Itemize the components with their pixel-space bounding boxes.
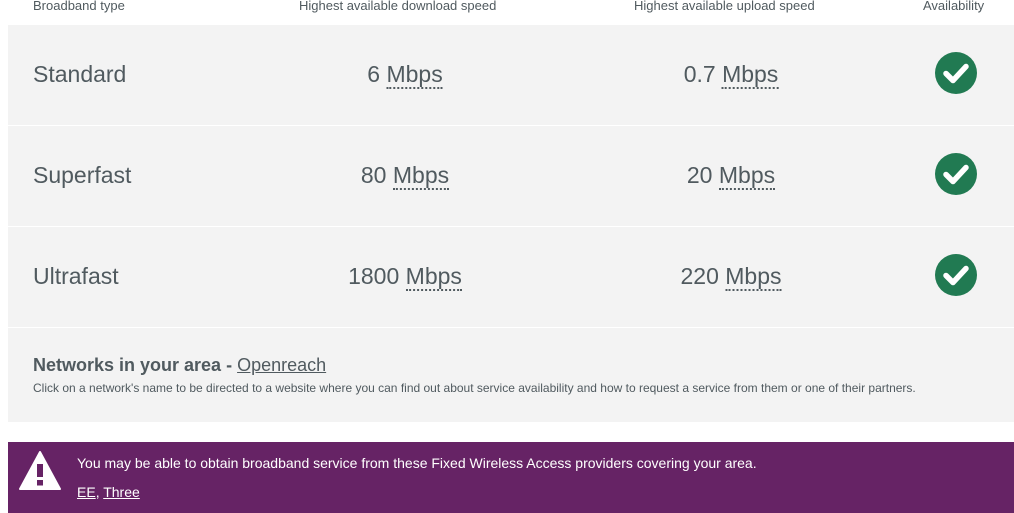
broadband-availability: Broadband type Highest available downloa… [0, 0, 1014, 513]
speed-unit-abbr[interactable]: Mbps [392, 162, 450, 190]
speed-unit-abbr[interactable]: Mbps [405, 263, 462, 291]
header-upload-speed: Highest available upload speed [634, 0, 815, 13]
download-speed: 80 Mbps [360, 162, 450, 190]
table-row-ultrafast: Ultrafast 1800 Mbps 220 Mbps [8, 227, 1014, 328]
networks-description: Click on a network's name to be directed… [33, 381, 916, 395]
download-speed-value: 80 [360, 162, 387, 188]
table-row-standard: Standard 6 Mbps 0.7 Mbps [8, 25, 1014, 126]
speed-unit-abbr[interactable]: Mbps [725, 263, 782, 291]
broadband-type-label: Ultrafast [33, 263, 119, 289]
upload-speed-value: 20 [686, 162, 713, 188]
speed-unit-abbr[interactable]: Mbps [386, 61, 443, 89]
upload-speed: 0.7 Mbps [683, 61, 779, 89]
available-check-icon [935, 153, 977, 195]
download-speed: 6 Mbps [367, 61, 443, 89]
upload-speed: 20 Mbps [686, 162, 776, 190]
fixed-wireless-notice: You may be able to obtain broadband serv… [8, 442, 1014, 513]
speed-unit-abbr[interactable]: Mbps [718, 162, 776, 190]
broadband-type-label: Superfast [33, 162, 132, 188]
networks-heading: Networks in your area - Openreach [33, 355, 993, 376]
provider-links: EE, Three [77, 484, 140, 500]
notice-text: You may be able to obtain broadband serv… [77, 455, 757, 471]
speed-unit-abbr[interactable]: Mbps [722, 61, 779, 89]
networks-separator: - [221, 355, 238, 375]
provider-link-ee[interactable]: EE [77, 484, 96, 500]
table-row-superfast: Superfast 80 Mbps 20 Mbps [8, 126, 1014, 227]
upload-speed-value: 220 [680, 263, 719, 289]
header-broadband-type: Broadband type [33, 0, 125, 13]
download-speed-value: 6 [367, 61, 381, 87]
table-header: Broadband type Highest available downloa… [8, 0, 1014, 24]
networks-title: Networks in your area [33, 355, 222, 375]
upload-speed: 220 Mbps [680, 263, 782, 291]
provider-link-three[interactable]: Three [103, 484, 140, 500]
download-speed-value: 1800 [348, 263, 400, 289]
header-download-speed: Highest available download speed [299, 0, 497, 13]
download-speed: 1800 Mbps [348, 263, 462, 291]
speed-table: Standard 6 Mbps 0.7 Mbps Superfast 80 Mb… [8, 25, 1014, 422]
header-availability: Availability [923, 0, 985, 13]
available-check-icon [935, 254, 977, 296]
networks-section: Networks in your area - Openreach Click … [33, 355, 993, 395]
warning-triangle-icon [18, 450, 62, 497]
upload-speed-value: 0.7 [683, 61, 716, 87]
openreach-link[interactable]: Openreach [237, 355, 326, 375]
available-check-icon [935, 52, 977, 94]
broadband-type-label: Standard [33, 61, 127, 87]
